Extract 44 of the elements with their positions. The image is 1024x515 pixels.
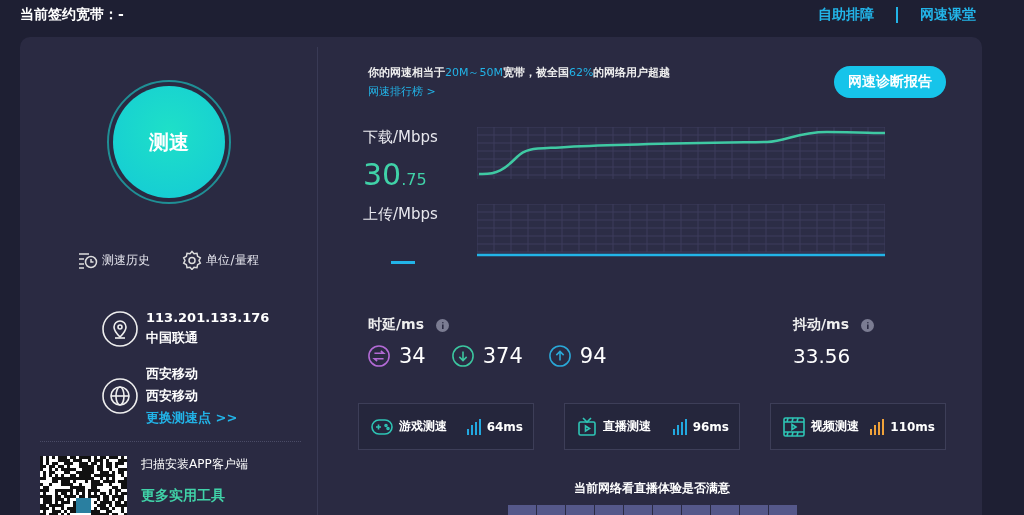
speed-test-card[interactable]: 视频测速 110ms — [770, 403, 946, 450]
latency-value: 94 — [579, 344, 607, 368]
download-speed-value: 30.75 — [363, 157, 428, 192]
header-link[interactable]: 自助排障 — [818, 6, 874, 24]
history-icon — [78, 251, 99, 269]
info-icon[interactable] — [436, 318, 450, 332]
header-link[interactable]: 网速课堂 — [920, 6, 976, 24]
empty-value-dash — [391, 261, 415, 264]
speed-test-card[interactable]: 游戏测速 64ms — [358, 403, 534, 450]
server-operator: 西安移动 — [146, 387, 199, 405]
tv-icon — [577, 416, 597, 437]
speed-test-card[interactable]: 直播测速 96ms — [564, 403, 740, 450]
feedback-question: 当前网络看直播体验是否满意 — [574, 481, 730, 495]
info-icon[interactable] — [861, 318, 875, 332]
tool-link[interactable]: 测速历史 — [102, 251, 151, 269]
test-name: 直播测速 — [603, 418, 652, 435]
test-latency: 64ms — [486, 419, 523, 434]
more-tools-link[interactable]: 更多实用工具 — [141, 487, 248, 505]
latency-value: 34 — [399, 344, 426, 368]
speed-ranking-link[interactable]: 网速排行榜 > — [368, 84, 436, 99]
jitter-label: 抖动/ms — [793, 316, 850, 334]
download-label: 下载/Mbps — [363, 128, 438, 146]
location-pin-icon — [102, 310, 138, 347]
test-name: 游戏测速 — [399, 418, 448, 435]
latency-value: 374 — [482, 344, 523, 368]
test-name: 视频测速 — [811, 418, 860, 435]
latency-label: 时延/ms — [368, 316, 425, 334]
contract-bandwidth-label: 当前签约宽带：- — [20, 6, 124, 24]
app-install-prompt: 扫描安装APP客户端 — [141, 456, 248, 473]
change-server-link[interactable]: 更换测速点 >> — [146, 409, 238, 427]
film-icon — [783, 416, 805, 437]
ip-address: 113.201.133.176 — [146, 310, 270, 325]
isp-name: 中国联通 — [146, 329, 199, 347]
idle-latency-icon — [368, 345, 390, 367]
test-latency: 96ms — [692, 419, 729, 434]
upload-label: 上传/Mbps — [363, 205, 438, 223]
server-name: 西安移动 — [146, 365, 199, 383]
globe-icon — [102, 378, 138, 414]
gamepad-icon — [371, 417, 393, 436]
tool-link[interactable]: 单位/量程 — [206, 251, 259, 269]
jitter-value: 33.56 — [793, 344, 851, 368]
settings-icon — [182, 250, 203, 270]
speed-summary-text: 你的网速相当于20M～50M宽带，被全国62%的网络用户超越 — [368, 65, 671, 80]
test-latency: 110ms — [890, 419, 935, 434]
